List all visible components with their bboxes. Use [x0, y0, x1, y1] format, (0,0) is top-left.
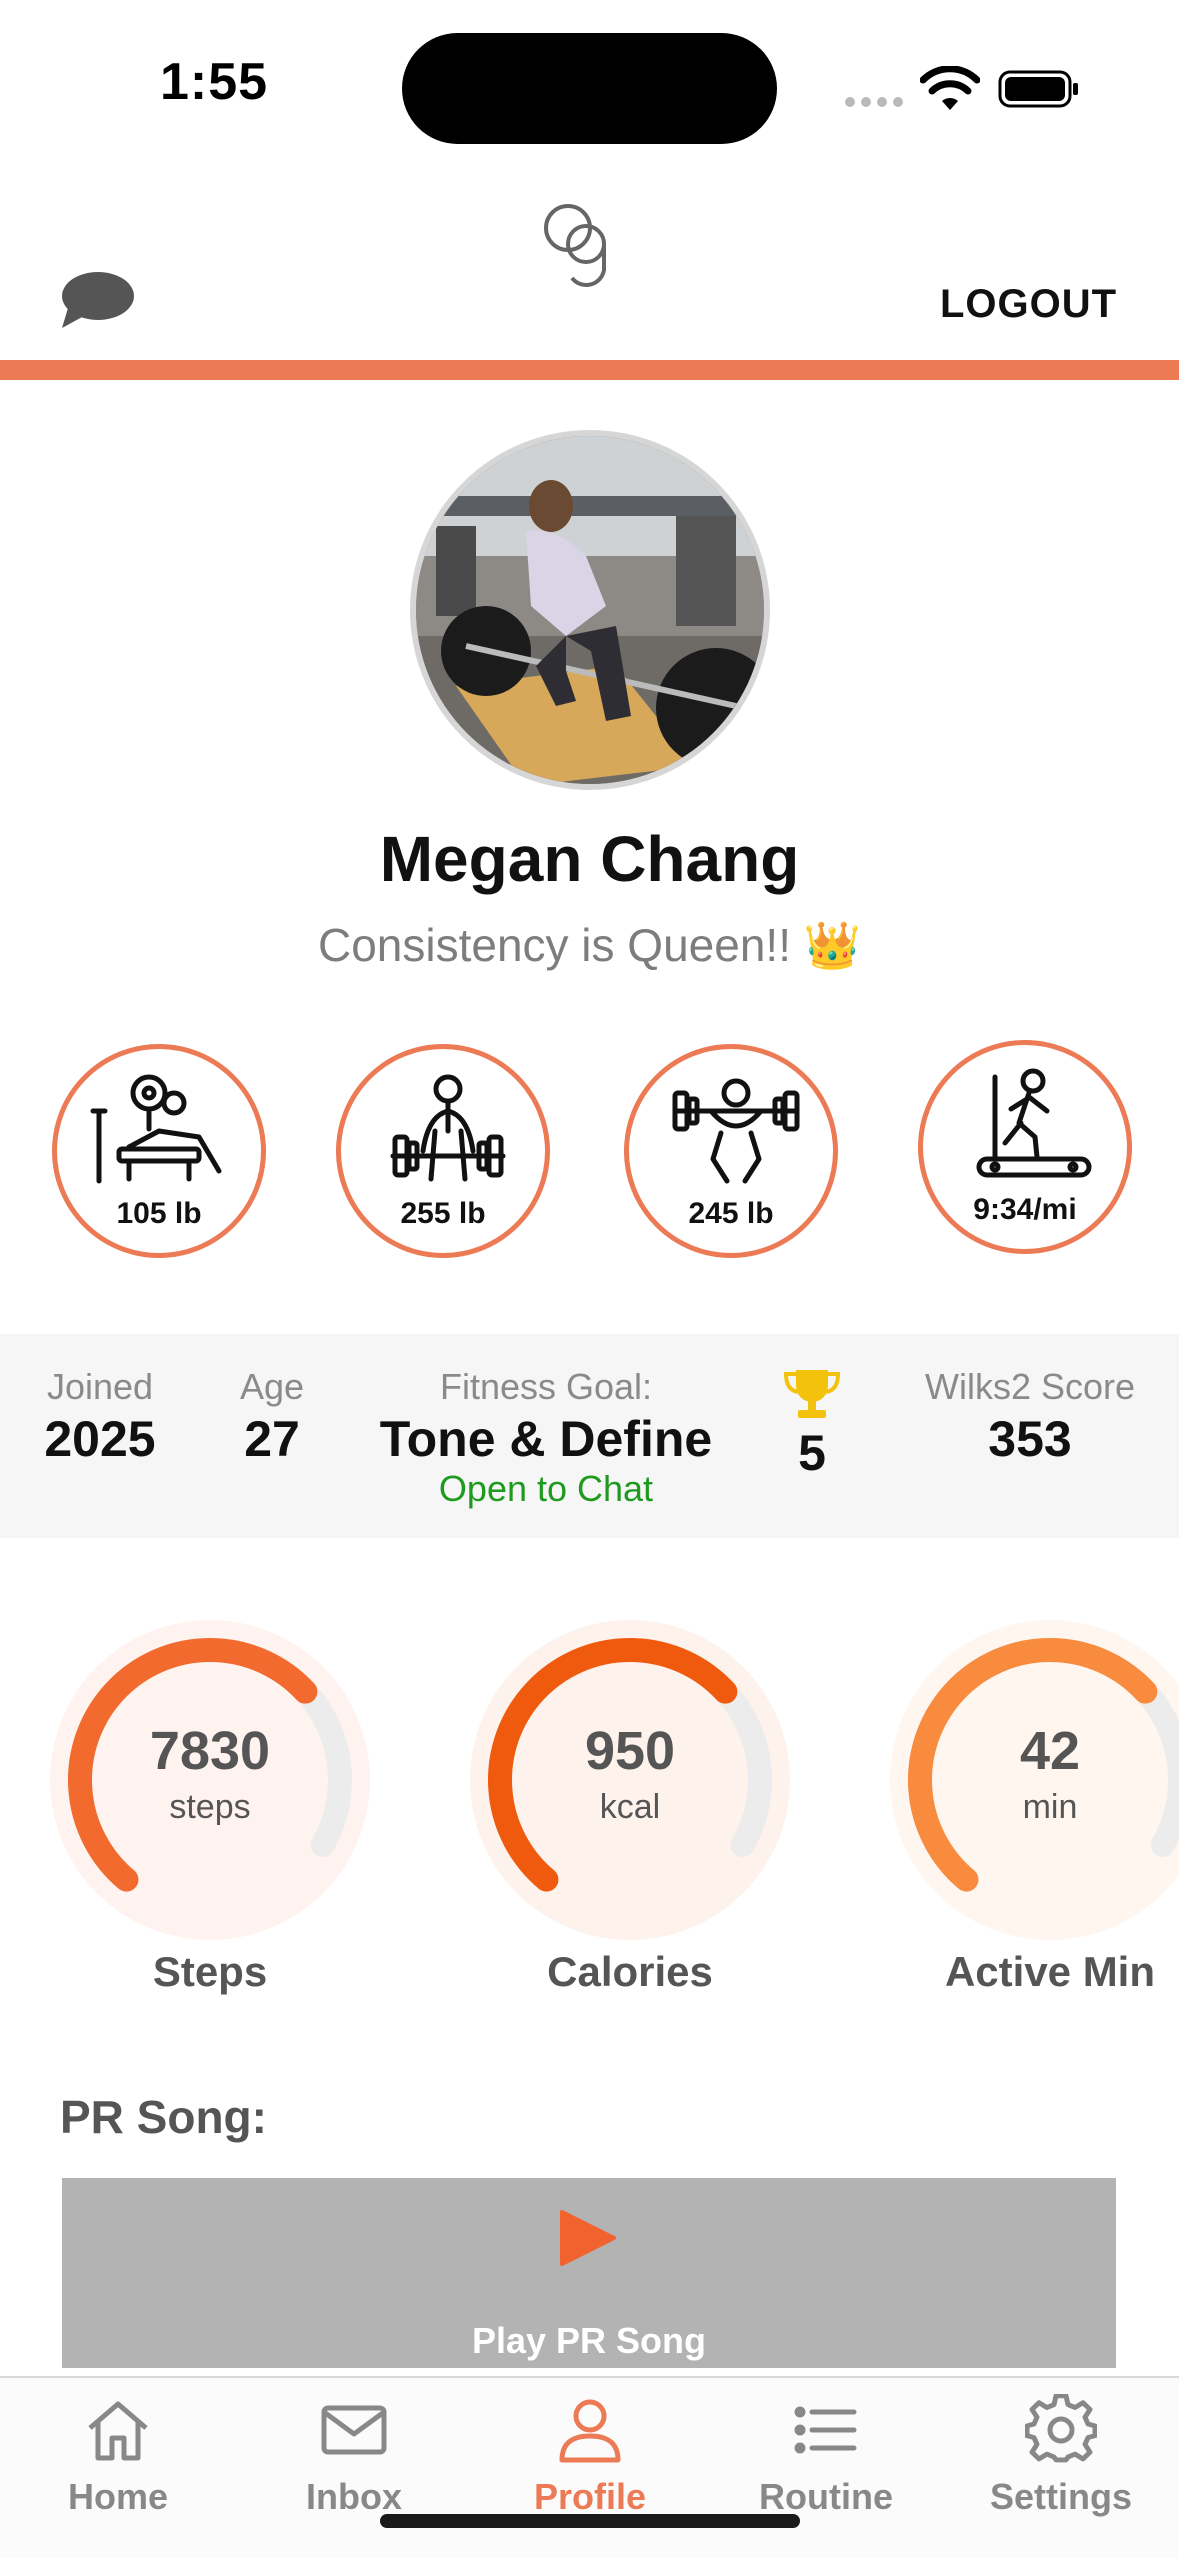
tab-settings[interactable]: Settings: [943, 2394, 1179, 2518]
deadlift-icon: [390, 1074, 506, 1182]
header-divider: [0, 360, 1179, 380]
avatar[interactable]: [410, 430, 770, 790]
play-pr-song-button[interactable]: Play PR Song: [62, 2320, 1116, 2362]
age-value: 27: [244, 1411, 300, 1467]
tab-label: Settings: [989, 2476, 1132, 2517]
tab-label: Home: [67, 2476, 169, 2517]
battery-icon: [998, 70, 1078, 108]
steps-label: Steps: [152, 1948, 268, 1995]
calories-unit: kcal: [599, 1788, 661, 1826]
routine-icon: [794, 2406, 857, 2454]
pr-value: 255 lb: [400, 1197, 486, 1230]
age-label: Age: [239, 1366, 305, 1407]
calories-label: Calories: [547, 1948, 713, 1995]
fitness-goal-value: Tone & Define: [379, 1411, 713, 1467]
chat-icon[interactable]: [56, 268, 136, 332]
trophy-count: 5: [798, 1425, 826, 1481]
cellular-signal-icon: [845, 94, 909, 112]
pr-treadmill[interactable]: 9:34/mi: [918, 1040, 1132, 1254]
wilks-value: 353: [988, 1411, 1072, 1467]
wilks-label: Wilks2 Score: [924, 1366, 1136, 1407]
joined-value: 2025: [44, 1411, 156, 1467]
tab-profile[interactable]: Profile: [472, 2394, 708, 2518]
profile-tagline: Consistency is Queen!! 👑: [317, 919, 862, 971]
pr-song-title: PR Song:: [60, 2091, 267, 2143]
active-min-label: Active Min: [944, 1948, 1156, 1995]
pr-bench-press[interactable]: 105 lb: [52, 1044, 266, 1258]
calories-gauge[interactable]: 950 kcal: [450, 1610, 810, 1940]
app-logo-icon: [544, 204, 606, 287]
active-min-unit: min: [1022, 1788, 1078, 1826]
pr-value: 245 lb: [688, 1197, 774, 1230]
inbox-icon: [321, 2405, 387, 2455]
bench-press-icon: [90, 1074, 222, 1184]
steps-gauge[interactable]: 7830 steps: [30, 1610, 390, 1940]
tab-label: Inbox: [306, 2476, 402, 2517]
wifi-icon: [920, 66, 980, 110]
logout-button[interactable]: LOGOUT: [940, 282, 1117, 327]
calories-value: 950: [584, 1721, 676, 1781]
trophy-icon: [783, 1370, 841, 1418]
tab-home[interactable]: Home: [0, 2394, 236, 2518]
steps-value: 7830: [149, 1721, 271, 1781]
play-icon[interactable]: [558, 2208, 618, 2268]
steps-unit: steps: [169, 1788, 251, 1826]
pr-value: 105 lb: [116, 1197, 202, 1230]
joined-label: Joined: [46, 1366, 154, 1407]
status-time: 1:55: [160, 53, 269, 111]
home-indicator: [380, 2514, 800, 2528]
settings-icon: [1025, 2394, 1097, 2463]
pr-deadlift[interactable]: 255 lb: [336, 1044, 550, 1258]
tab-routine[interactable]: Routine: [708, 2394, 944, 2518]
chat-status: Open to Chat: [438, 1468, 654, 1509]
tab-inbox[interactable]: Inbox: [236, 2394, 472, 2518]
pr-value: 9:34/mi: [973, 1193, 1077, 1226]
fitness-goal-label: Fitness Goal:: [439, 1366, 653, 1407]
treadmill-icon: [976, 1068, 1092, 1178]
tab-label: Routine: [759, 2476, 893, 2517]
tab-label: Profile: [533, 2476, 647, 2517]
pr-squat[interactable]: 245 lb: [624, 1044, 838, 1258]
profile-icon: [559, 2399, 621, 2463]
active-min-gauge[interactable]: 42 min: [870, 1610, 1179, 1940]
home-icon: [88, 2401, 148, 2461]
squat-icon: [672, 1078, 800, 1184]
profile-name: Megan Chang: [379, 823, 800, 895]
active-min-value: 42: [1019, 1721, 1081, 1781]
dynamic-island: [402, 33, 777, 144]
